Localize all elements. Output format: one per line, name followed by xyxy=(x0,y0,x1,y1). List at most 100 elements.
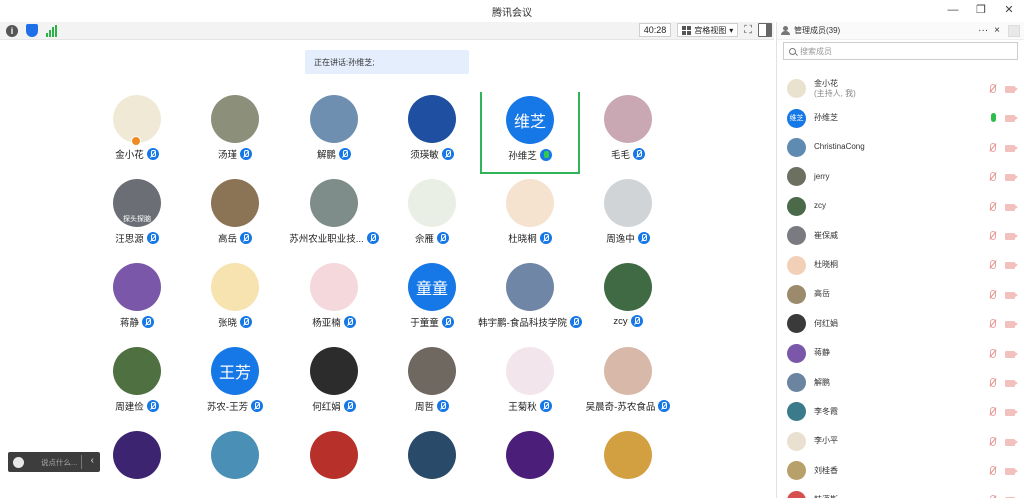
member-row[interactable]: 李小平 xyxy=(777,427,1024,456)
participant-tile[interactable]: 汤瑾 xyxy=(186,92,284,174)
participant-tile[interactable] xyxy=(383,428,481,498)
participant-avatar xyxy=(506,179,554,227)
mic-muted-icon[interactable] xyxy=(989,377,996,388)
participant-tile[interactable]: 吴晨奇-苏农食品 xyxy=(579,344,677,426)
minimize-icon[interactable]: — xyxy=(946,3,960,17)
camera-off-icon[interactable] xyxy=(1005,379,1018,387)
camera-off-icon[interactable] xyxy=(1005,203,1018,211)
participant-tile[interactable] xyxy=(579,428,677,498)
mic-muted-icon[interactable] xyxy=(989,407,996,417)
member-row[interactable]: 高岳 xyxy=(777,280,1024,309)
participant-tile[interactable]: 金小花 xyxy=(88,92,186,174)
participant-tile[interactable]: 韩宇鹏-食品科技学院 xyxy=(478,260,582,342)
chat-placeholder[interactable]: 说点什么... xyxy=(41,457,77,468)
member-name: 李冬霞 xyxy=(814,406,838,416)
member-role: (主持人, 我) xyxy=(814,88,856,98)
camera-off-icon[interactable] xyxy=(1005,86,1018,93)
camera-off-icon[interactable] xyxy=(1005,174,1018,182)
camera-off-icon[interactable] xyxy=(1005,438,1018,446)
chat-input-bar[interactable]: 说点什么... ‹ xyxy=(8,452,100,472)
member-row[interactable]: jerry xyxy=(777,162,1024,191)
member-avatar xyxy=(787,196,806,216)
panel-menu-icon[interactable] xyxy=(1008,24,1020,37)
mic-muted-icon[interactable] xyxy=(989,84,996,94)
more-options-button[interactable]: ··· xyxy=(978,25,988,36)
camera-off-icon[interactable] xyxy=(1005,321,1018,329)
emoji-icon[interactable] xyxy=(13,456,24,468)
maximize-icon[interactable]: ❐ xyxy=(974,3,988,17)
member-row[interactable]: zcy xyxy=(777,192,1024,221)
member-search[interactable] xyxy=(783,42,1018,60)
participant-tile[interactable]: 苏州农业职业技... xyxy=(285,176,383,258)
mic-muted-icon[interactable] xyxy=(989,260,996,270)
participant-tile[interactable] xyxy=(285,428,383,498)
info-icon[interactable]: i xyxy=(6,24,18,37)
camera-off-icon[interactable] xyxy=(1005,291,1018,299)
camera-off-icon[interactable] xyxy=(1005,350,1018,358)
participant-tile[interactable]: 周逸中 xyxy=(579,176,677,258)
participant-tile[interactable]: 王芳 苏农-王芳 xyxy=(186,344,284,426)
toggle-sidebar-icon[interactable] xyxy=(758,23,772,37)
network-signal-icon[interactable] xyxy=(46,24,57,37)
participant-tile[interactable]: 王菊秋 xyxy=(481,344,579,426)
participant-tile[interactable]: 周建俭 xyxy=(88,344,186,426)
member-row[interactable]: 蒋静 xyxy=(777,339,1024,368)
members-title: 管理成员(39) xyxy=(794,26,841,35)
participant-tile[interactable]: 解鹏 xyxy=(285,92,383,174)
close-icon[interactable]: ✕ xyxy=(1002,3,1016,17)
close-panel-button[interactable]: × xyxy=(994,25,1000,36)
speaking-banner: 正在讲话: 孙维芝; xyxy=(305,50,469,74)
member-row[interactable]: ChristinaCong xyxy=(777,133,1024,162)
member-search-input[interactable] xyxy=(800,46,980,56)
camera-off-icon[interactable] xyxy=(1005,262,1018,270)
member-name-block: 崔保威 xyxy=(814,231,838,241)
participant-tile[interactable]: 探头探脑 汪思源 xyxy=(88,176,186,258)
participant-tile[interactable]: 蒋静 xyxy=(88,260,186,342)
member-row[interactable]: 韩潇斯 xyxy=(777,485,1024,498)
camera-off-icon[interactable] xyxy=(1005,468,1018,476)
participant-tile[interactable]: 童童 于童童 xyxy=(383,260,481,342)
camera-off-icon[interactable] xyxy=(1005,409,1018,417)
mic-muted-icon[interactable] xyxy=(989,230,996,241)
participant-tile[interactable]: 张晓 xyxy=(186,260,284,342)
participant-tile[interactable] xyxy=(88,428,186,498)
mic-muted-icon[interactable] xyxy=(989,201,996,212)
member-row[interactable]: 何红娟 xyxy=(777,309,1024,338)
member-row[interactable]: 解鹏 xyxy=(777,368,1024,397)
participant-tile[interactable]: zcy xyxy=(579,260,677,342)
participant-tile[interactable]: 周哲 xyxy=(383,344,481,426)
mic-muted-icon[interactable] xyxy=(989,172,996,182)
participant-tile[interactable]: 杨亚楠 xyxy=(285,260,383,342)
mic-on-icon[interactable] xyxy=(991,113,996,123)
mic-muted-icon xyxy=(539,232,552,244)
member-row[interactable]: 刘桂香 xyxy=(777,456,1024,485)
camera-off-icon[interactable] xyxy=(1005,144,1018,152)
mic-muted-icon[interactable] xyxy=(989,466,996,476)
collapse-chevron-icon[interactable]: ‹ xyxy=(91,455,94,466)
participant-tile[interactable]: 高岳 xyxy=(186,176,284,258)
member-row[interactable]: 崔保威 xyxy=(777,221,1024,250)
view-mode-dropdown[interactable]: 宫格视图 ▾ xyxy=(677,23,739,37)
members-icon xyxy=(781,26,790,35)
participant-tile[interactable]: 杜晓桐 xyxy=(481,176,579,258)
camera-off-icon[interactable] xyxy=(1005,232,1018,240)
participant-tile[interactable] xyxy=(186,428,284,498)
participant-tile[interactable] xyxy=(481,428,579,498)
mic-muted-icon[interactable] xyxy=(989,436,996,447)
participant-name: 周逸中 xyxy=(606,234,635,245)
member-row[interactable]: 维芝 孙维芝 xyxy=(777,103,1024,132)
member-row[interactable]: 金小花 (主持人, 我) xyxy=(777,74,1024,103)
participant-tile[interactable]: 何红娟 xyxy=(285,344,383,426)
participant-avatar xyxy=(310,347,358,395)
mic-muted-icon[interactable] xyxy=(989,142,996,153)
camera-off-icon[interactable] xyxy=(1005,115,1018,123)
member-row[interactable]: 杜晓桐 xyxy=(777,250,1024,279)
fullscreen-icon[interactable]: ⛶ xyxy=(744,24,752,37)
member-row[interactable]: 李冬霞 xyxy=(777,397,1024,426)
mic-muted-icon[interactable] xyxy=(989,348,996,359)
mic-muted-icon[interactable] xyxy=(989,319,996,329)
security-shield-icon[interactable] xyxy=(26,24,38,37)
participant-tile[interactable]: 毛毛 xyxy=(579,92,677,174)
mic-muted-icon[interactable] xyxy=(989,289,996,300)
participant-tile[interactable]: 佘雁 xyxy=(383,176,481,258)
